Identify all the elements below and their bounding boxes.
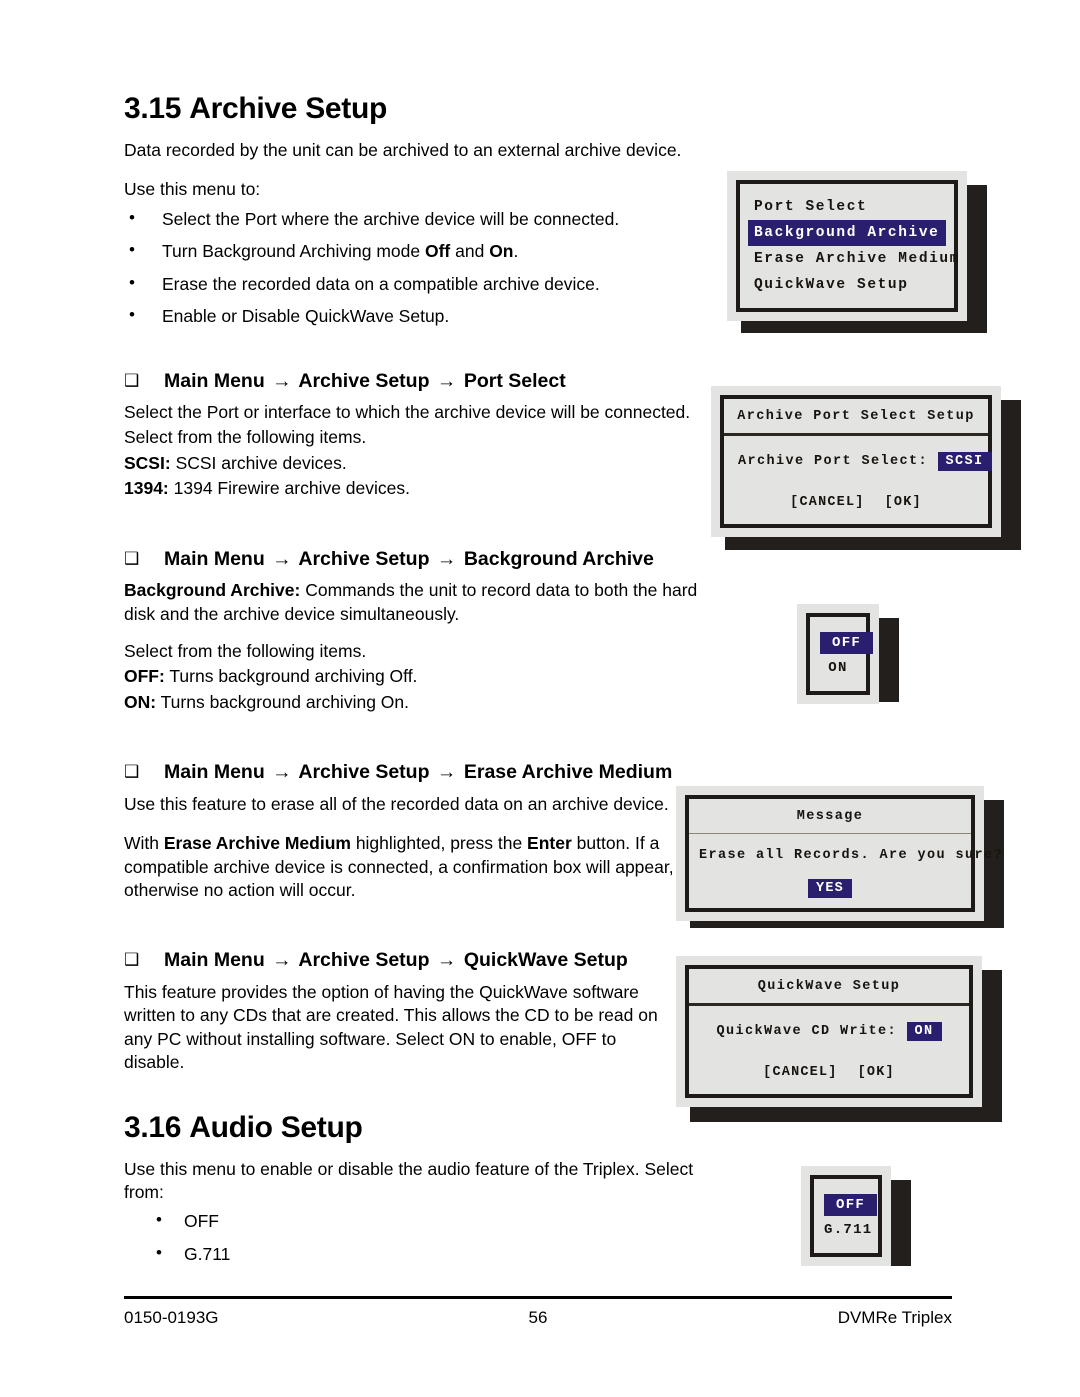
dialog-inner: Message Erase all Records. Are you sure?… <box>685 795 1004 912</box>
dialog-panel: Message Erase all Records. Are you sure?… <box>676 786 1004 921</box>
menu-inner: Port Select Background Archive Erase Arc… <box>736 180 958 312</box>
quickwave-cd-write-field[interactable]: QuickWave CD Write: ON <box>703 1022 955 1041</box>
dialog-body: QuickWave CD Write: ON [CANCEL] [OK] <box>689 1006 969 1094</box>
dialog-buttons: [CANCEL] [OK] <box>738 495 974 510</box>
audio-option-list: OFF G.711 <box>124 1209 720 1266</box>
ok-button[interactable]: [OK] <box>885 495 922 510</box>
checkbox-bullet-icon: ❑ <box>124 762 140 782</box>
1394-definition: 1394: 1394 Firewire archive devices. <box>124 478 410 499</box>
quickwave-paragraph: This feature provides the option of havi… <box>124 981 658 1073</box>
dialog-title: Archive Port Select Setup <box>724 399 988 436</box>
osd-message-dialog: Message Erase all Records. Are you sure?… <box>676 786 1004 928</box>
arrow-icon: → <box>436 949 457 972</box>
audio-intro-paragraph: Use this menu to enable or disable the a… <box>124 1158 694 1202</box>
main-text-column: 3.15 Archive Setup Data recorded by the u… <box>124 92 720 1280</box>
archive-feature-list: Select the Port where the archive device… <box>124 207 720 329</box>
ok-button[interactable]: [OK] <box>858 1065 895 1080</box>
field-label: QuickWave CD Write: <box>716 1024 897 1039</box>
background-archive-definition: Background Archive: Commands the unit to… <box>124 580 698 624</box>
cancel-button[interactable]: [CANCEL] <box>790 495 864 510</box>
document-page: 3.15 Archive Setup Data recorded by the u… <box>0 0 1080 1397</box>
arrow-icon: → <box>272 949 292 972</box>
background-archive-paragraph-2: Select from the following items. <box>124 641 367 661</box>
footer-page-number: 56 <box>528 1308 548 1327</box>
erase-paragraph-2: With Erase Archive Medium highlighted, p… <box>124 833 674 900</box>
use-menu-lead: Use this menu to: <box>124 179 261 200</box>
option-inner: OFF ON <box>806 613 874 695</box>
section-title-audio-text: Audio Setup <box>189 1110 363 1144</box>
option-off[interactable]: OFF <box>824 1191 878 1219</box>
list-item: OFF <box>124 1209 720 1233</box>
arrow-icon: → <box>436 761 457 784</box>
arrow-icon: → <box>272 547 292 570</box>
list-item: Turn Background Archiving mode Off and O… <box>124 239 720 263</box>
cancel-button[interactable]: [CANCEL] <box>763 1065 837 1080</box>
menu-item-background-archive[interactable]: Background Archive <box>748 220 946 246</box>
port-select-paragraph-2: Select from the following items. <box>124 427 367 448</box>
menu-item-quickwave-setup[interactable]: QuickWave Setup <box>748 272 946 298</box>
osd-audio-box: OFF G.711 <box>801 1166 911 1266</box>
field-value[interactable]: SCSI <box>937 452 992 471</box>
osd-background-archive-box: OFF ON <box>797 604 899 704</box>
option-inner: OFF G.711 <box>810 1175 882 1257</box>
dialog-title: Message <box>689 799 971 834</box>
option-panel: OFF G.711 <box>801 1166 891 1266</box>
dialog-buttons: [CANCEL] [OK] <box>703 1065 955 1080</box>
checkbox-bullet-icon: ❑ <box>124 950 140 970</box>
arrow-icon: → <box>272 369 292 392</box>
option-on[interactable]: ON <box>820 657 856 679</box>
checkbox-bullet-icon: ❑ <box>124 370 140 390</box>
footer-product-name: DVMRe Triplex <box>837 1308 952 1327</box>
port-select-paragraph-1: Select the Port or interface to which th… <box>124 402 691 422</box>
subheading-background-archive: ❑ Main Menu → Archive Setup → Background… <box>124 547 654 570</box>
menu-panel: Port Select Background Archive Erase Arc… <box>727 171 967 321</box>
on-definition: ON: Turns background archiving On. <box>124 691 409 712</box>
message-text: Erase all Records. Are you sure? <box>699 848 1004 863</box>
dialog-title: QuickWave Setup <box>689 969 969 1006</box>
off-definition: OFF: Turns background archiving Off. <box>124 666 418 687</box>
page-title-audio: 3.16 Audio Setup <box>124 1111 720 1144</box>
list-item: Erase the recorded data on a compatible … <box>124 272 720 296</box>
section-title-text: Archive Setup <box>189 92 388 125</box>
arrow-icon: → <box>436 547 457 570</box>
field-label: Archive Port Select: <box>738 454 929 469</box>
arrow-icon: → <box>436 369 457 392</box>
subheading-erase-archive-medium: ❑ Main Menu → Archive Setup → Erase Arch… <box>124 761 673 784</box>
page-title: 3.15 Archive Setup <box>124 92 720 125</box>
checkbox-bullet-icon: ❑ <box>124 548 140 568</box>
section-number-audio: 3.16 <box>124 1110 182 1144</box>
menu-item-erase-archive-medium[interactable]: Erase Archive Medium <box>748 246 958 272</box>
osd-port-select-dialog: Archive Port Select Setup Archive Port S… <box>711 386 1021 550</box>
list-item: Select the Port where the archive device… <box>124 207 720 231</box>
option-g711[interactable]: G.711 <box>824 1219 871 1241</box>
arrow-icon: → <box>272 761 292 784</box>
page-footer: 0150-0193G 56 DVMRe Triplex <box>124 1296 952 1328</box>
section-intro-paragraph: Data recorded by the unit can be archive… <box>124 140 682 160</box>
menu-item-port-select[interactable]: Port Select <box>748 194 946 220</box>
osd-quickwave-dialog: QuickWave Setup QuickWave CD Write: ON [… <box>676 956 1002 1122</box>
section-number: 3.15 <box>124 92 182 125</box>
dialog-body: Erase all Records. Are you sure? YES <box>689 834 1004 908</box>
osd-archive-menu: Port Select Background Archive Erase Arc… <box>727 171 987 333</box>
scsi-definition: SCSI: SCSI archive devices. <box>124 452 347 473</box>
list-item: G.711 <box>124 1242 720 1266</box>
dialog-inner: Archive Port Select Setup Archive Port S… <box>720 395 992 528</box>
dialog-panel: QuickWave Setup QuickWave CD Write: ON [… <box>676 956 982 1107</box>
list-item: Enable or Disable QuickWave Setup. <box>124 304 720 328</box>
yes-button[interactable]: YES <box>808 879 852 898</box>
dialog-inner: QuickWave Setup QuickWave CD Write: ON [… <box>685 965 973 1098</box>
subheading-port-select: ❑ Main Menu → Archive Setup → Port Selec… <box>124 369 566 392</box>
erase-paragraph-1: Use this feature to erase all of the rec… <box>124 793 669 814</box>
option-off[interactable]: OFF <box>820 629 874 657</box>
dialog-panel: Archive Port Select Setup Archive Port S… <box>711 386 1001 537</box>
archive-port-select-field[interactable]: Archive Port Select: SCSI <box>738 452 992 471</box>
subheading-quickwave-setup: ❑ Main Menu → Archive Setup → QuickWave … <box>124 949 628 972</box>
dialog-buttons: YES <box>699 879 961 898</box>
field-value[interactable]: ON <box>906 1022 942 1041</box>
option-panel: OFF ON <box>797 604 879 704</box>
footer-doc-number: 0150-0193G <box>124 1308 219 1327</box>
dialog-body: Archive Port Select: SCSI [CANCEL] [OK] <box>724 436 992 524</box>
footer-row: 0150-0193G 56 DVMRe Triplex <box>124 1299 952 1328</box>
